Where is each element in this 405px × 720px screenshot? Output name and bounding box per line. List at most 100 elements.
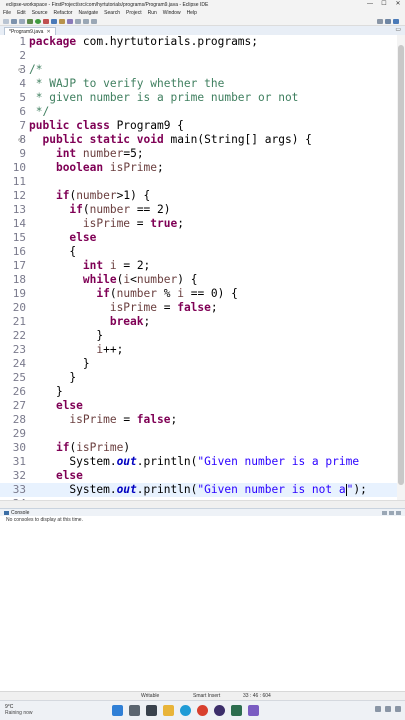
line-number: 4 <box>19 77 26 90</box>
run-icon[interactable] <box>35 18 41 24</box>
weather-condition: Raining now <box>5 710 33 716</box>
eclipse-icon[interactable] <box>214 705 225 716</box>
fold-toggle-icon[interactable]: ⊖ <box>18 63 22 77</box>
console-tab[interactable]: Console <box>4 510 29 516</box>
task-view-icon[interactable] <box>146 705 157 716</box>
line-number: 14 <box>12 217 26 230</box>
open-type-icon[interactable] <box>67 18 73 24</box>
code-line: 25 } <box>0 371 405 385</box>
line-number: 28 <box>12 413 26 426</box>
app-icon[interactable] <box>248 705 259 716</box>
line-number: 25 <box>12 371 26 384</box>
forward-icon[interactable] <box>91 18 97 24</box>
editor-horizontal-scrollbar[interactable] <box>0 500 405 508</box>
editor-tab-program9[interactable]: *Program9.java ✕ <box>4 27 56 35</box>
code-line: 32 else <box>0 469 405 483</box>
code-line-current: 33 System.out.println("Given number is n… <box>0 483 405 497</box>
menu-refactor[interactable]: Refactor <box>54 10 73 16</box>
weather-widget[interactable]: 9°C Raining now <box>5 704 33 716</box>
line-number: 30 <box>12 441 26 454</box>
menu-help[interactable]: Help <box>187 10 197 16</box>
code-line: 8 ⊖ public static void main(String[] args… <box>0 133 405 147</box>
tray-icon[interactable] <box>385 706 391 712</box>
search-icon[interactable] <box>129 705 140 716</box>
code-line: 4 * WAJP to verify whether the <box>0 77 405 91</box>
tray-icon[interactable] <box>375 706 381 712</box>
search-toolbar-icon[interactable] <box>75 18 81 24</box>
search-icon[interactable] <box>377 18 383 24</box>
line-number: 19 <box>12 287 26 300</box>
code-line: 30 if(isPrime) <box>0 441 405 455</box>
editor-tab-bar: *Program9.java ✕ ▭ <box>0 26 405 35</box>
maximize-view-icon[interactable] <box>396 510 401 515</box>
code-line: 9 int number=5; <box>0 147 405 161</box>
code-line: 19 if(number % i == 0) { <box>0 287 405 301</box>
code-line: 23 i++; <box>0 343 405 357</box>
menu-project[interactable]: Project <box>126 10 142 16</box>
minimize-view-icon[interactable] <box>389 510 394 515</box>
fold-toggle-icon[interactable]: ⊖ <box>18 133 22 147</box>
console-tab-label: Console <box>11 509 30 516</box>
scrollbar-thumb[interactable] <box>398 45 404 485</box>
menu-window[interactable]: Window <box>163 10 181 16</box>
code-editor[interactable]: 1 package com.hyrtutorials.programs; 2 3 ⊖… <box>0 35 405 500</box>
menu-run[interactable]: Run <box>148 10 157 16</box>
line-number: 16 <box>12 245 26 258</box>
line-number: 32 <box>12 469 26 482</box>
system-tray <box>371 706 401 712</box>
code-line: 2 <box>0 49 405 63</box>
coverage-icon[interactable] <box>43 18 49 24</box>
tray-icon[interactable] <box>395 706 401 712</box>
maximize-editor-icon[interactable]: ▭ <box>395 26 401 35</box>
line-number: 11 <box>12 175 26 188</box>
maximize-icon[interactable]: ☐ <box>377 0 391 9</box>
windows-start-icon[interactable] <box>112 705 123 716</box>
code-line: 17 int i = 2; <box>0 259 405 273</box>
status-insert-mode: Smart Insert <box>193 693 221 699</box>
debug-icon[interactable] <box>27 18 33 24</box>
perspective-icon[interactable] <box>385 18 391 24</box>
menu-file[interactable]: File <box>3 10 11 16</box>
line-number: 21 <box>12 315 26 328</box>
line-number: 5 <box>19 91 26 104</box>
line-number: 1 <box>19 35 26 48</box>
code-line: 29 <box>0 427 405 441</box>
minimize-icon[interactable]: — <box>363 0 377 9</box>
menu-source[interactable]: Source <box>32 10 48 16</box>
file-explorer-icon[interactable] <box>163 705 174 716</box>
save-icon[interactable] <box>11 18 17 24</box>
code-line: 28 isPrime = false; <box>0 413 405 427</box>
new-file-icon[interactable] <box>3 18 9 24</box>
java-perspective-icon[interactable] <box>393 18 399 24</box>
new-class-icon[interactable] <box>51 18 57 24</box>
editor-vertical-scrollbar[interactable] <box>397 35 405 500</box>
open-console-icon[interactable] <box>382 510 387 515</box>
line-number: 26 <box>12 385 26 398</box>
windows-taskbar: 9°C Raining now <box>0 700 405 720</box>
menu-search[interactable]: Search <box>104 10 120 16</box>
close-icon[interactable]: ✕ <box>391 0 405 9</box>
chrome-icon[interactable] <box>197 705 208 716</box>
main-toolbar <box>0 17 405 26</box>
status-bar: Writable Smart Insert 33 : 46 : 604 <box>0 691 405 700</box>
code-line: 7 public class Program9 { <box>0 119 405 133</box>
menu-edit[interactable]: Edit <box>17 10 26 16</box>
line-number: 12 <box>12 189 26 202</box>
code-line: 14 isPrime = true; <box>0 217 405 231</box>
editor-tab-label: *Program9.java <box>9 28 44 35</box>
code-line: 5 * given number is a prime number or no… <box>0 91 405 105</box>
window-title-bar: eclipse-workspace - FirstProject/src/com… <box>0 0 405 9</box>
line-number: 17 <box>12 259 26 272</box>
menu-navigate[interactable]: Navigate <box>78 10 98 16</box>
back-icon[interactable] <box>83 18 89 24</box>
code-line: 31 System.out.println("Given number is a… <box>0 455 405 469</box>
save-all-icon[interactable] <box>19 18 25 24</box>
line-number: 24 <box>12 357 26 370</box>
edge-icon[interactable] <box>180 705 191 716</box>
line-number: 6 <box>19 105 26 118</box>
code-line: 26 } <box>0 385 405 399</box>
close-tab-icon[interactable]: ✕ <box>46 29 50 35</box>
new-package-icon[interactable] <box>59 18 65 24</box>
app-icon[interactable] <box>231 705 242 716</box>
console-view: No consoles to display at this time. <box>0 516 405 691</box>
